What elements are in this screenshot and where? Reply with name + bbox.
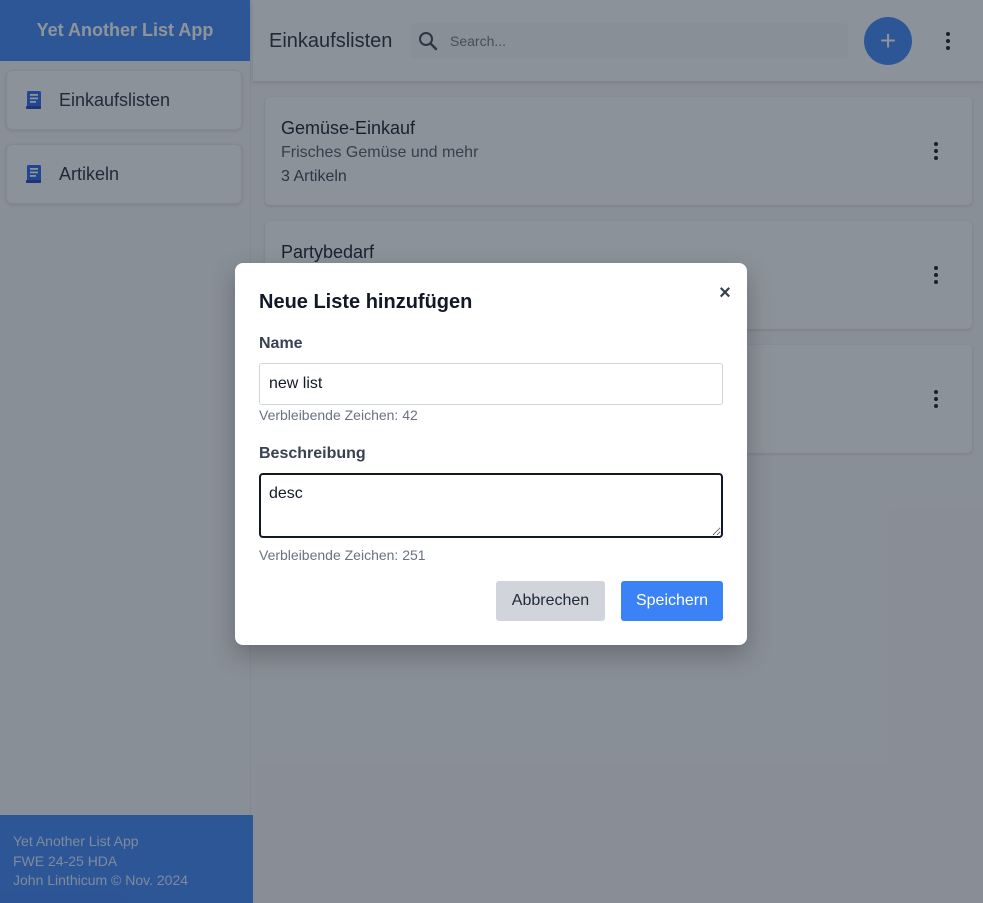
description-label: Beschreibung <box>259 445 366 462</box>
description-remaining-hint: Verbleibende Zeichen: 251 <box>259 547 426 563</box>
cancel-button[interactable]: Abbrechen <box>496 581 605 621</box>
close-icon[interactable]: × <box>717 283 733 303</box>
dialog-title: Neue Liste hinzufügen <box>259 291 473 313</box>
description-field[interactable]: desc <box>259 473 723 538</box>
name-field[interactable] <box>259 363 723 405</box>
new-list-dialog: Neue Liste hinzufügen × Name Verbleibend… <box>235 263 747 645</box>
name-label: Name <box>259 335 303 352</box>
name-remaining-hint: Verbleibende Zeichen: 42 <box>259 407 418 423</box>
save-button[interactable]: Speichern <box>621 581 723 621</box>
